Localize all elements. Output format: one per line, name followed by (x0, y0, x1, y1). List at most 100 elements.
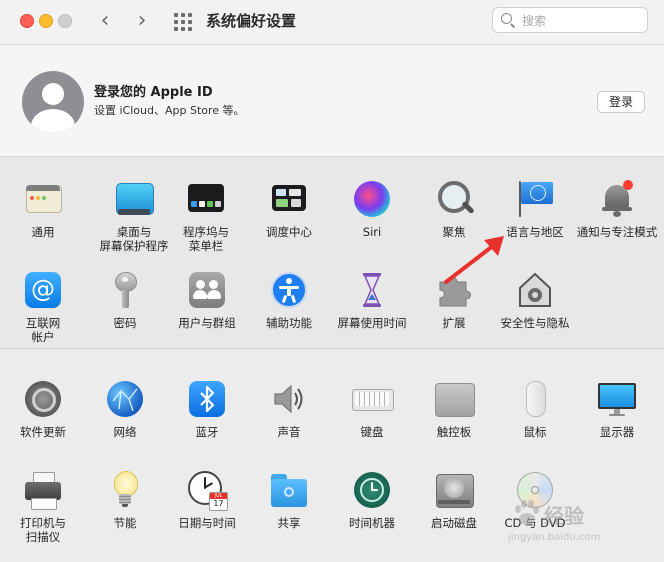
desktop-screensaver-icon (114, 179, 154, 219)
show-all-grid-icon[interactable] (174, 13, 192, 31)
siri-icon (352, 179, 392, 219)
spotlight-icon (434, 179, 475, 219)
search-input[interactable] (520, 11, 644, 31)
general-icon (23, 179, 63, 219)
pref-label: 辅助功能 (266, 316, 312, 330)
pref-label: 节能 (113, 516, 137, 530)
minimize-window-button[interactable] (39, 14, 53, 28)
pref-cd-dvd[interactable]: CD 与 DVD (494, 470, 576, 530)
pref-label: 软件更新 (20, 425, 66, 439)
apple-id-subtitle: 设置 iCloud、App Store 等。 (94, 104, 245, 117)
pref-time-machine[interactable]: 时间机器 (331, 470, 413, 530)
language-region-icon (515, 179, 555, 219)
pref-accessibility[interactable]: 辅助功能 (248, 270, 330, 330)
pref-general[interactable]: 通用 (2, 179, 84, 239)
pref-label: 键盘 (360, 425, 384, 439)
preferences-section-2: 软件更新 网络 蓝牙 声音 键盘 触控板 鼠标 显示器 打印机与 扫描仪 节能 … (0, 349, 664, 562)
pref-software-update[interactable]: 软件更新 (2, 379, 84, 439)
startup-disk-icon (434, 470, 474, 510)
dock-menubar-icon (186, 179, 226, 219)
pref-label: 程序坞与 菜单栏 (183, 225, 229, 253)
window-title: 系统偏好设置 (206, 12, 297, 30)
pref-label: 语言与地区 (506, 225, 564, 239)
cd-dvd-icon (515, 470, 555, 510)
pref-sharing[interactable]: 共享 (248, 470, 330, 530)
chevron-left-icon: ‹ (100, 8, 110, 33)
pref-keyboard[interactable]: 键盘 (331, 379, 413, 439)
pref-users-groups[interactable]: 用户与群组 (166, 270, 248, 330)
back-button[interactable]: ‹ (94, 9, 116, 33)
mouse-icon (515, 379, 555, 419)
apple-id-title: 登录您的 Apple ID (94, 85, 213, 100)
hourglass-icon (352, 270, 392, 310)
pref-label: 声音 (277, 425, 301, 439)
pref-date-time[interactable]: JUL 17 日期与时间 (166, 470, 248, 530)
calendar-day: 17 (213, 499, 224, 508)
chevron-right-icon: › (137, 8, 147, 33)
lightbulb-icon (105, 470, 145, 510)
pref-internet-accounts[interactable]: @ 互联网 帐户 (2, 270, 84, 344)
pref-passwords[interactable]: 密码 (84, 270, 166, 330)
notifications-icon (597, 179, 637, 219)
pref-label: 密码 (113, 316, 137, 330)
mission-control-icon (269, 179, 309, 219)
pref-label: 通知与专注模式 (576, 225, 658, 239)
printer-icon (23, 470, 63, 510)
pref-screen-time[interactable]: 屏幕使用时间 (331, 270, 413, 330)
pref-trackpad[interactable]: 触控板 (413, 379, 495, 439)
pref-label: 通用 (31, 225, 55, 239)
toolbar: ‹ › 系统偏好设置 (0, 0, 664, 45)
avatar[interactable] (22, 71, 84, 133)
apple-id-banner: 登录您的 Apple ID 设置 iCloud、App Store 等。 登录 (0, 45, 664, 157)
pref-sound[interactable]: 声音 (248, 379, 330, 439)
pref-label: Siri (362, 225, 382, 239)
clock-calendar-icon: JUL 17 (187, 470, 228, 511)
pref-notifications[interactable]: 通知与专注模式 (576, 179, 658, 239)
pref-label: 鼠标 (523, 425, 547, 439)
pref-displays[interactable]: 显示器 (576, 379, 658, 439)
pref-label: 网络 (113, 425, 137, 439)
key-icon (105, 270, 145, 310)
pref-label: 桌面与 屏幕保护程序 (99, 225, 169, 253)
pref-mission-control[interactable]: 调度中心 (248, 179, 330, 239)
pref-printers-scanners[interactable]: 打印机与 扫描仪 (2, 470, 84, 544)
pref-bluetooth[interactable]: 蓝牙 (166, 379, 248, 439)
pref-label: 蓝牙 (195, 425, 219, 439)
pref-label: 安全性与隐私 (500, 316, 570, 330)
pref-desktop-screensaver[interactable]: 桌面与 屏幕保护程序 (93, 179, 175, 253)
pref-label: 聚焦 (442, 225, 466, 239)
pref-label: 互联网 帐户 (25, 316, 61, 344)
pref-mouse[interactable]: 鼠标 (494, 379, 576, 439)
pref-label: 显示器 (599, 425, 635, 439)
login-button[interactable]: 登录 (597, 91, 645, 113)
pref-network[interactable]: 网络 (84, 379, 166, 439)
pref-energy[interactable]: 节能 (84, 470, 166, 530)
pref-label: 用户与群组 (178, 316, 236, 330)
pref-spotlight[interactable]: 聚焦 (413, 179, 495, 239)
pref-label: 时间机器 (349, 516, 395, 530)
pref-siri[interactable]: Siri (331, 179, 413, 239)
pref-startup-disk[interactable]: 启动磁盘 (413, 470, 495, 530)
pref-security-privacy[interactable]: 安全性与隐私 (494, 270, 576, 330)
zoom-window-button[interactable] (58, 14, 72, 28)
puzzle-icon (434, 270, 474, 310)
pref-label: 共享 (277, 516, 301, 530)
software-update-icon (23, 379, 63, 419)
pref-dock-menubar[interactable]: 程序坞与 菜单栏 (165, 179, 247, 253)
network-globe-icon (105, 379, 145, 419)
pref-language-region[interactable]: 语言与地区 (494, 179, 576, 239)
close-window-button[interactable] (20, 14, 34, 28)
display-icon (597, 379, 637, 419)
internet-accounts-icon: @ (23, 270, 63, 310)
speaker-icon (269, 379, 309, 419)
accessibility-icon (269, 270, 309, 310)
pref-label: 启动磁盘 (431, 516, 477, 530)
search-icon (501, 13, 512, 24)
pref-label: 打印机与 扫描仪 (20, 516, 66, 544)
trackpad-icon (434, 379, 475, 419)
system-preferences-window: ‹ › 系统偏好设置 登录您的 Apple ID 设置 iCloud、App S… (0, 0, 664, 562)
pref-extensions[interactable]: 扩展 (413, 270, 495, 330)
forward-button[interactable]: › (131, 9, 153, 33)
pref-label: CD 与 DVD (504, 516, 566, 530)
search-field[interactable] (492, 7, 648, 33)
